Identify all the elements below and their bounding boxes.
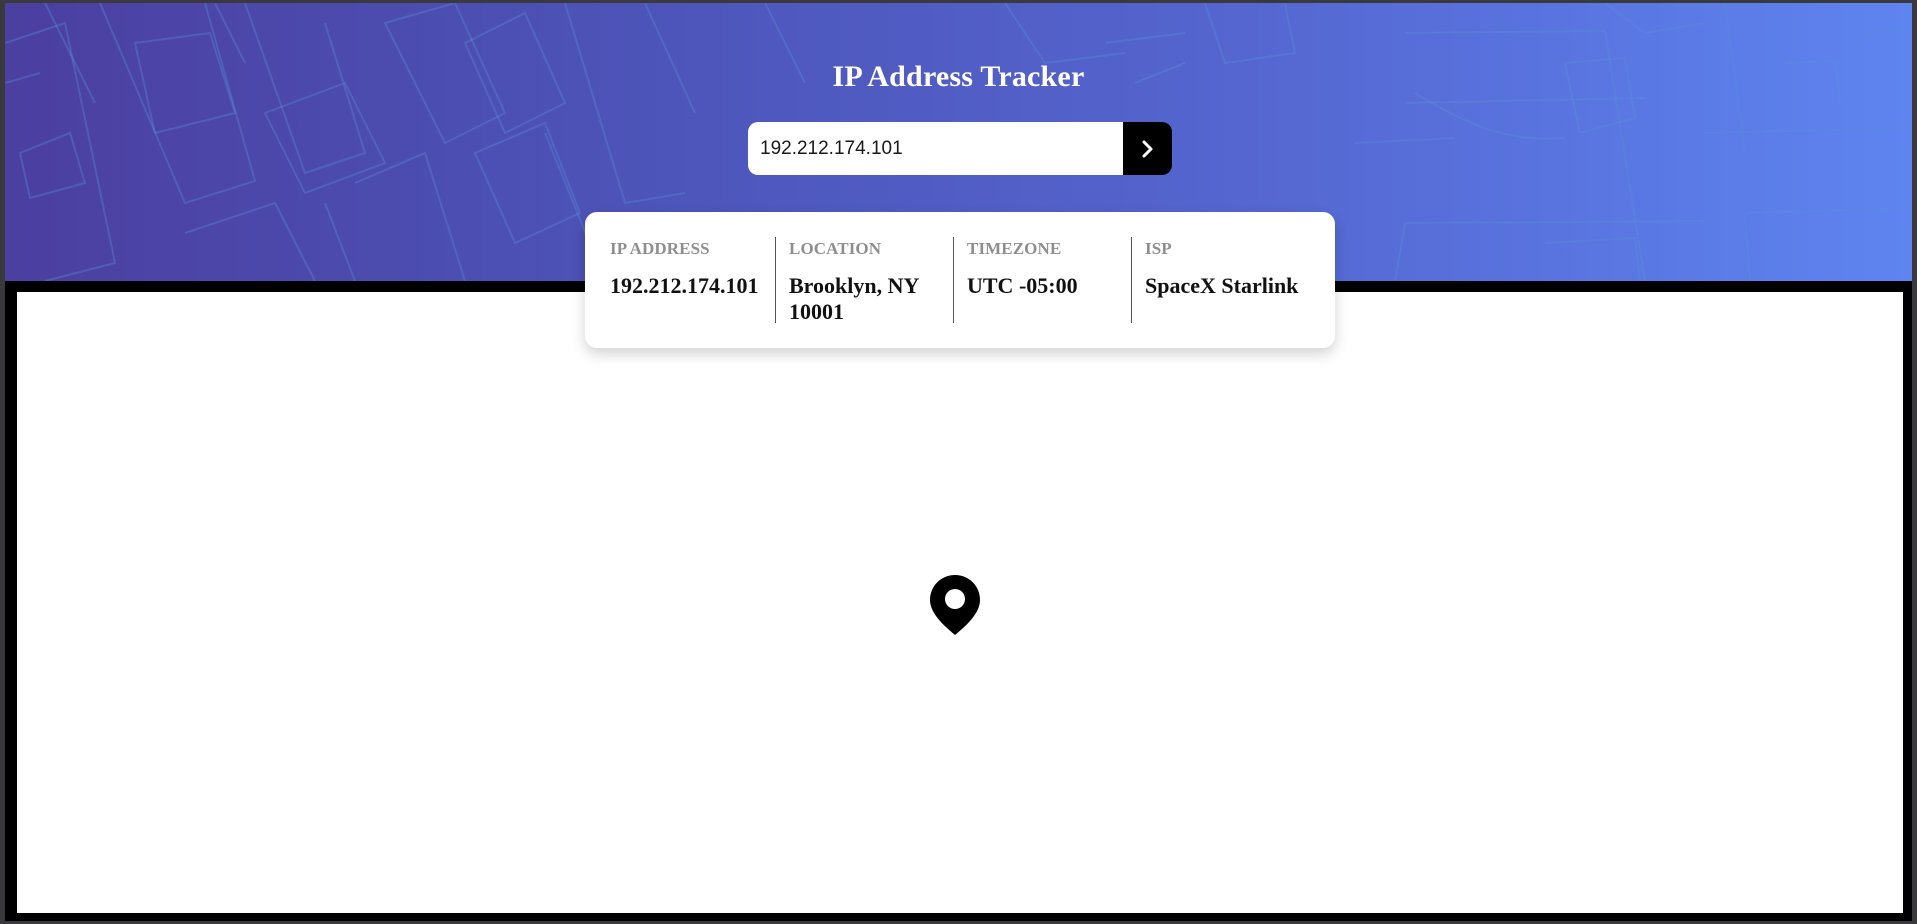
info-ip-address: IP ADDRESS 192.212.174.101: [585, 237, 775, 323]
info-ip-address-value: 192.212.174.101: [610, 273, 759, 298]
info-timezone-value: UTC -05:00: [967, 273, 1078, 298]
info-timezone-label: TIMEZONE: [967, 239, 1062, 258]
info-ip-address-label: IP ADDRESS: [610, 239, 710, 258]
info-isp: ISP SpaceX Starlink: [1131, 237, 1331, 323]
info-location-label: LOCATION: [789, 239, 882, 258]
info-timezone: TIMEZONE UTC -05:00: [953, 237, 1131, 323]
info-location-value: Brooklyn, NY 10001: [789, 273, 919, 324]
info-isp-value: SpaceX Starlink: [1145, 273, 1299, 298]
location-pin-icon[interactable]: [928, 573, 982, 637]
ip-info-card: IP ADDRESS 192.212.174.101 LOCATION Broo…: [585, 212, 1335, 348]
search-submit-button[interactable]: [1123, 122, 1172, 175]
browser-viewport: IP Address Tracker IP ADDRESS 192.212.17…: [0, 0, 1917, 924]
page-title: IP Address Tracker: [832, 60, 1085, 93]
info-location: LOCATION Brooklyn, NY 10001: [775, 237, 953, 324]
ip-search-form: [748, 122, 1172, 175]
chevron-right-icon: [1142, 140, 1152, 157]
ip-search-input[interactable]: [748, 122, 1123, 175]
info-isp-label: ISP: [1145, 239, 1172, 258]
